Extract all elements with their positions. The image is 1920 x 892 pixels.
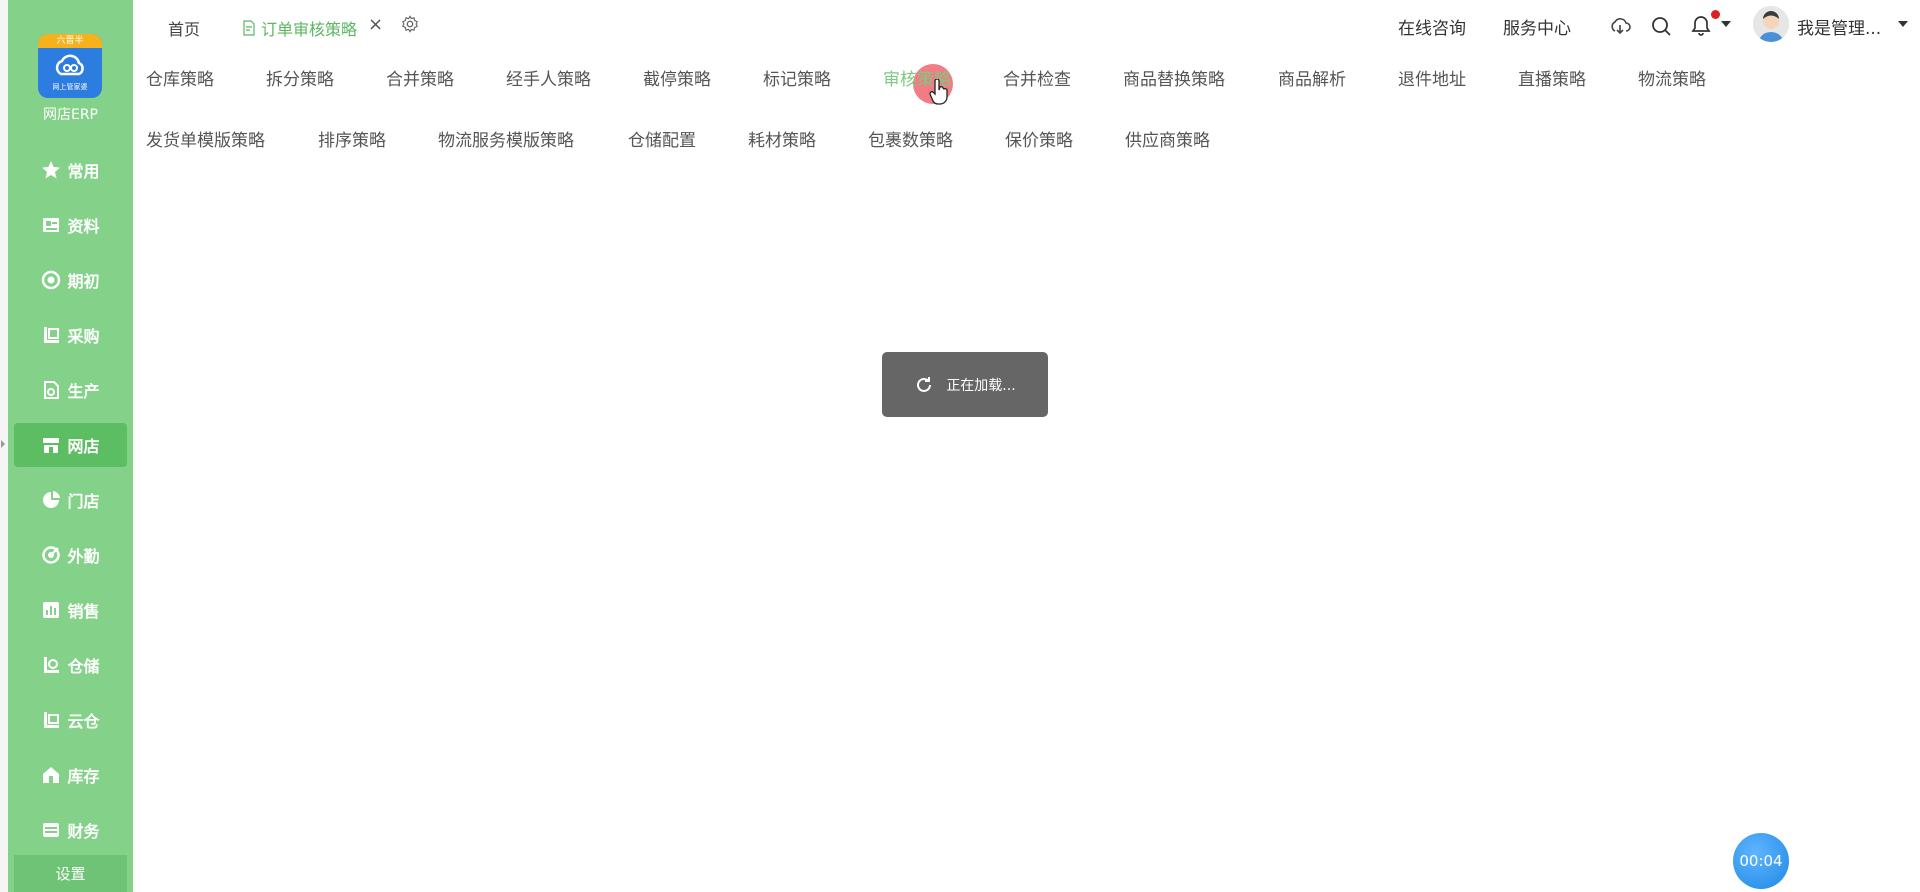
finance-icon bbox=[43, 823, 60, 837]
sidebar-item-data[interactable]: 资料 bbox=[14, 203, 127, 247]
strategy-link-handler[interactable]: 经手人策略 bbox=[506, 65, 591, 90]
strategy-link-supplier[interactable]: 供应商策略 bbox=[1125, 126, 1210, 151]
strategy-link-invoice-template[interactable]: 发货单模版策略 bbox=[146, 126, 265, 151]
strategy-link-product-replace[interactable]: 商品替换策略 bbox=[1123, 65, 1225, 90]
top-bar: 首页 订单审核策略 × 在线咨询 服务中心 我是管理... bbox=[133, 0, 1920, 52]
strategy-link-merge[interactable]: 合并策略 bbox=[386, 65, 454, 90]
refresh-icon bbox=[917, 376, 932, 392]
tab-order-review-strategy[interactable]: 订单审核策略 bbox=[241, 16, 357, 40]
sidebar-item-inventory[interactable]: 库存 bbox=[14, 753, 127, 797]
search-icon[interactable] bbox=[1650, 15, 1672, 37]
loading-text: 正在加载... bbox=[946, 377, 1016, 394]
strategy-link-product-parse[interactable]: 商品解析 bbox=[1278, 65, 1346, 90]
tab-home[interactable]: 首页 bbox=[168, 16, 200, 40]
target-icon bbox=[42, 270, 61, 290]
warehouse-icon bbox=[44, 657, 60, 673]
sidebar-item-field-work[interactable]: 外勤 bbox=[14, 533, 127, 577]
username[interactable]: 我是管理... bbox=[1797, 14, 1881, 39]
hand-cursor-icon bbox=[929, 79, 948, 105]
star-icon bbox=[42, 161, 61, 179]
sidebar-item-common[interactable]: 常用 bbox=[14, 148, 127, 192]
sidebar-item-label: 财务 bbox=[67, 822, 100, 841]
strategy-link-storage-config[interactable]: 仓储配置 bbox=[628, 126, 696, 151]
sidebar-item-cloud-warehouse[interactable]: 云仓 bbox=[14, 698, 127, 742]
sidebar-item-online-store[interactable]: 网店 bbox=[14, 423, 127, 467]
sidebar-item-label: 库存 bbox=[67, 767, 100, 786]
close-icon[interactable]: × bbox=[368, 14, 383, 35]
bar-chart-icon bbox=[43, 602, 60, 618]
strategy-link-return-address[interactable]: 退件地址 bbox=[1398, 65, 1466, 90]
strategy-link-mark[interactable]: 标记策略 bbox=[763, 65, 831, 90]
service-center-link[interactable]: 服务中心 bbox=[1503, 14, 1571, 39]
field-work-icon bbox=[42, 546, 61, 564]
sidebar-item-label: 生产 bbox=[67, 382, 100, 401]
strategy-link-warehouse[interactable]: 仓库策略 bbox=[146, 65, 214, 90]
sidebar-item-opening[interactable]: 期初 bbox=[14, 258, 127, 302]
notification-dropdown-icon[interactable] bbox=[1721, 21, 1731, 27]
loading-toast: 正在加载... bbox=[882, 352, 1048, 417]
user-avatar-icon bbox=[1753, 6, 1789, 42]
sidebar-item-sales[interactable]: 销售 bbox=[14, 588, 127, 632]
logo-ribbon: 六晋半 bbox=[38, 34, 102, 48]
cloud-logo-icon bbox=[55, 54, 84, 76]
sidebar-item-store[interactable]: 门店 bbox=[14, 478, 127, 522]
strategy-link-intercept[interactable]: 截停策略 bbox=[643, 65, 711, 90]
strategy-link-logistics-service-template[interactable]: 物流服务模版策略 bbox=[438, 126, 574, 151]
profile-card-icon bbox=[43, 218, 60, 232]
sidebar-item-warehouse[interactable]: 仓储 bbox=[14, 643, 127, 687]
store-icon bbox=[43, 438, 60, 453]
sidebar-item-label: 资料 bbox=[67, 217, 100, 236]
cloud-download-icon[interactable] bbox=[1609, 15, 1631, 37]
sidebar-item-label: 外勤 bbox=[67, 547, 100, 566]
expand-arrow-icon[interactable] bbox=[1, 440, 5, 448]
sidebar-item-label: 网店 bbox=[67, 437, 100, 456]
sidebar-item-label: 期初 bbox=[67, 272, 100, 291]
purchase-icon bbox=[44, 327, 60, 343]
house-icon bbox=[43, 767, 60, 783]
pie-icon bbox=[43, 491, 61, 508]
sidebar-item-label: 销售 bbox=[67, 602, 100, 621]
avatar[interactable] bbox=[1753, 6, 1789, 42]
user-dropdown-icon[interactable] bbox=[1898, 21, 1908, 27]
cloud-warehouse-icon bbox=[44, 712, 60, 728]
sidebar-item-label: 仓储 bbox=[67, 657, 100, 676]
strategy-link-sort[interactable]: 排序策略 bbox=[318, 126, 386, 151]
bell-icon[interactable] bbox=[1690, 14, 1712, 36]
strategy-link-merge-check[interactable]: 合并检查 bbox=[1003, 65, 1071, 90]
settings-button[interactable]: 设置 bbox=[14, 855, 127, 892]
gear-icon[interactable] bbox=[401, 15, 419, 33]
tab-label: 订单审核策略 bbox=[261, 20, 358, 39]
sidebar: 六晋半 网上管家婆 网店ERP 常用 资料 期初 采购 生产 网店 门店 外勤 … bbox=[8, 0, 133, 892]
strategy-link-package-count[interactable]: 包裹数策略 bbox=[868, 126, 953, 151]
sidebar-item-label: 门店 bbox=[67, 492, 100, 511]
sidebar-item-production[interactable]: 生产 bbox=[14, 368, 127, 412]
strategy-link-insured[interactable]: 保价策略 bbox=[1005, 126, 1073, 151]
app-logo: 六晋半 网上管家婆 bbox=[38, 34, 102, 98]
strategy-link-split[interactable]: 拆分策略 bbox=[266, 65, 334, 90]
strategy-link-live[interactable]: 直播策略 bbox=[1518, 65, 1586, 90]
app-name: 网店ERP bbox=[42, 107, 98, 123]
sidebar-item-finance[interactable]: 财务 bbox=[14, 808, 127, 852]
strategy-link-logistics[interactable]: 物流策略 bbox=[1638, 65, 1706, 90]
sidebar-item-label: 采购 bbox=[67, 327, 100, 346]
online-consult-link[interactable]: 在线咨询 bbox=[1398, 14, 1466, 39]
strategy-link-consumables[interactable]: 耗材策略 bbox=[748, 126, 816, 151]
sidebar-item-purchase[interactable]: 采购 bbox=[14, 313, 127, 357]
production-icon bbox=[44, 381, 60, 399]
document-icon bbox=[243, 20, 255, 36]
logo-caption: 网上管家婆 bbox=[52, 83, 88, 91]
sidebar-item-label: 云仓 bbox=[67, 712, 100, 731]
timer-badge[interactable]: 00:04 bbox=[1733, 833, 1789, 889]
sidebar-collapse-strip[interactable] bbox=[0, 0, 8, 892]
sidebar-item-label: 常用 bbox=[67, 162, 100, 181]
notification-dot bbox=[1711, 10, 1720, 19]
